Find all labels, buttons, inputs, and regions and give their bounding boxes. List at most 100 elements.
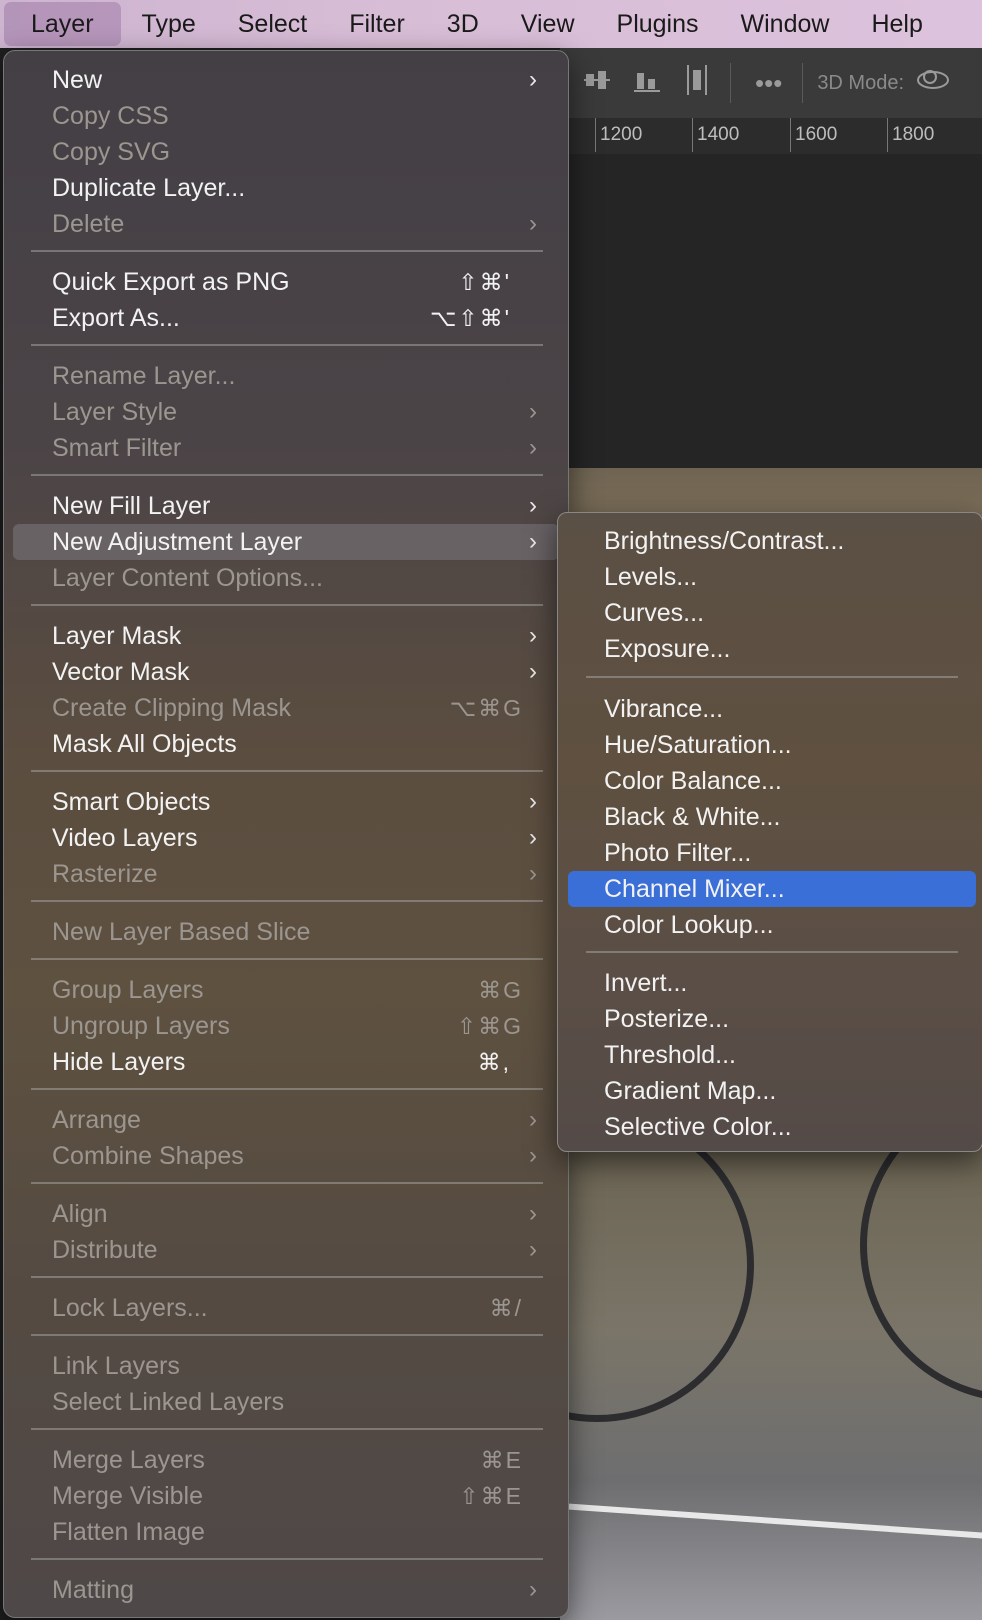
menu-item-label: Matting xyxy=(52,1575,134,1604)
menu-item-label: Link Layers xyxy=(52,1351,180,1380)
menu-filter[interactable]: Filter xyxy=(328,2,426,46)
submenu-separator xyxy=(586,951,958,953)
menu-item-arrange: Arrange › xyxy=(13,1102,559,1138)
menu-separator xyxy=(31,1558,543,1560)
submenu-item-vibrance[interactable]: Vibrance... xyxy=(568,691,976,727)
submenu-item-black-white[interactable]: Black & White... xyxy=(568,799,976,835)
chevron-right-icon: › xyxy=(529,1236,537,1263)
submenu-item-label: Threshold... xyxy=(604,1040,737,1069)
menu-item-label: New Fill Layer xyxy=(52,491,211,520)
submenu-item-exposure[interactable]: Exposure... xyxy=(568,631,976,667)
menu-separator xyxy=(31,344,543,346)
submenu-item-label: Curves... xyxy=(604,598,705,627)
submenu-item-label: Hue/Saturation... xyxy=(604,730,792,759)
ruler-label: 1800 xyxy=(892,124,935,145)
options-toolbar: ••• 3D Mode: xyxy=(560,48,982,118)
menu-item-vector-mask[interactable]: Vector Mask › xyxy=(13,654,559,690)
menu-item-merge-layers: Merge Layers ⌘E xyxy=(13,1442,559,1478)
menu-window[interactable]: Window xyxy=(720,2,851,46)
menu-item-hide-layers[interactable]: Hide Layers ⌘, xyxy=(13,1044,559,1080)
menu-item-shortcut: ⇧⌘E xyxy=(459,1482,523,1509)
align-center-icon[interactable] xyxy=(584,67,610,100)
menu-item-new-adjustment-layer[interactable]: New Adjustment Layer › xyxy=(13,524,559,560)
menu-item-shortcut: ⌥⌘G xyxy=(449,694,523,721)
menu-item-group-layers: Group Layers ⌘G xyxy=(13,972,559,1008)
chevron-right-icon: › xyxy=(529,66,537,93)
menu-plugins[interactable]: Plugins xyxy=(596,2,720,46)
menu-item-label: Rename Layer... xyxy=(52,361,236,390)
submenu-item-selective-color[interactable]: Selective Color... xyxy=(568,1109,976,1145)
menu-item-smart-objects[interactable]: Smart Objects › xyxy=(13,784,559,820)
menu-item-label: New Layer Based Slice xyxy=(52,917,311,946)
submenu-item-gradient-map[interactable]: Gradient Map... xyxy=(568,1073,976,1109)
horizontal-ruler: 1200 1400 1600 1800 xyxy=(560,118,982,155)
menu-layer[interactable]: Layer xyxy=(4,2,121,46)
more-icon[interactable]: ••• xyxy=(755,68,782,99)
submenu-item-curves[interactable]: Curves... xyxy=(568,595,976,631)
submenu-item-levels[interactable]: Levels... xyxy=(568,559,976,595)
submenu-item-label: Black & White... xyxy=(604,802,781,831)
align-bottom-icon[interactable] xyxy=(634,67,660,100)
submenu-item-threshold[interactable]: Threshold... xyxy=(568,1037,976,1073)
chevron-right-icon: › xyxy=(529,210,537,237)
chevron-right-icon: › xyxy=(529,1106,537,1133)
menu-item-distribute: Distribute › xyxy=(13,1232,559,1268)
menu-item-new-fill-layer[interactable]: New Fill Layer › xyxy=(13,488,559,524)
menu-separator xyxy=(31,770,543,772)
layer-menu-dropdown: New › Copy CSS Copy SVG Duplicate Layer.… xyxy=(3,50,569,1618)
menu-item-duplicate-layer[interactable]: Duplicate Layer... xyxy=(13,170,559,206)
toolbar-divider xyxy=(730,63,731,103)
ruler-label: 1200 xyxy=(600,124,643,145)
menu-item-label: Merge Layers xyxy=(52,1445,205,1474)
menu-item-label: Vector Mask xyxy=(52,657,190,686)
submenu-item-posterize[interactable]: Posterize... xyxy=(568,1001,976,1037)
menu-item-rename-layer: Rename Layer... xyxy=(13,358,559,394)
menu-type[interactable]: Type xyxy=(121,2,217,46)
menu-item-export-as[interactable]: Export As... ⌥⇧⌘' xyxy=(13,300,559,336)
menu-3d[interactable]: 3D xyxy=(426,2,500,46)
menu-item-quick-export-png[interactable]: Quick Export as PNG ⇧⌘' xyxy=(13,264,559,300)
menu-item-mask-all-objects[interactable]: Mask All Objects xyxy=(13,726,559,762)
submenu-item-color-balance[interactable]: Color Balance... xyxy=(568,763,976,799)
chevron-right-icon: › xyxy=(529,1576,537,1603)
distribute-icon[interactable] xyxy=(684,64,710,102)
menu-item-merge-visible: Merge Visible ⇧⌘E xyxy=(13,1478,559,1514)
submenu-item-label: Color Lookup... xyxy=(604,910,774,939)
menu-item-label: Create Clipping Mask xyxy=(52,693,291,722)
menu-item-new[interactable]: New › xyxy=(13,62,559,98)
menu-item-video-layers[interactable]: Video Layers › xyxy=(13,820,559,856)
orbit-3d-icon[interactable] xyxy=(916,66,950,101)
submenu-item-color-lookup[interactable]: Color Lookup... xyxy=(568,907,976,943)
menu-item-copy-svg: Copy SVG xyxy=(13,134,559,170)
chevron-right-icon: › xyxy=(529,492,537,519)
submenu-item-label: Invert... xyxy=(604,968,688,997)
submenu-separator xyxy=(586,676,958,678)
menu-item-flatten-image: Flatten Image xyxy=(13,1514,559,1550)
menu-item-label: Combine Shapes xyxy=(52,1141,244,1170)
submenu-item-hue-saturation[interactable]: Hue/Saturation... xyxy=(568,727,976,763)
menu-item-layer-mask[interactable]: Layer Mask › xyxy=(13,618,559,654)
menu-item-select-linked-layers: Select Linked Layers xyxy=(13,1384,559,1420)
chevron-right-icon: › xyxy=(529,434,537,461)
menu-item-label: Arrange xyxy=(52,1105,141,1134)
menu-item-align: Align › xyxy=(13,1196,559,1232)
submenu-item-label: Exposure... xyxy=(604,634,731,663)
menu-item-label: Distribute xyxy=(52,1235,158,1264)
submenu-item-label: Channel Mixer... xyxy=(604,874,785,903)
menu-view[interactable]: View xyxy=(500,2,596,46)
submenu-item-label: Vibrance... xyxy=(604,694,724,723)
submenu-item-brightness-contrast[interactable]: Brightness/Contrast... xyxy=(568,523,976,559)
menu-separator xyxy=(31,1276,543,1278)
submenu-item-invert[interactable]: Invert... xyxy=(568,965,976,1001)
menu-help[interactable]: Help xyxy=(850,2,943,46)
menu-item-layer-content-options: Layer Content Options... xyxy=(13,560,559,596)
menu-item-label: Merge Visible xyxy=(52,1481,204,1510)
submenu-item-channel-mixer[interactable]: Channel Mixer... xyxy=(568,871,976,907)
ruler-tick xyxy=(692,118,693,152)
adjustment-layer-submenu: Brightness/Contrast... Levels... Curves.… xyxy=(557,512,982,1152)
menu-select[interactable]: Select xyxy=(217,2,328,46)
menu-item-smart-filter: Smart Filter › xyxy=(13,430,559,466)
submenu-item-photo-filter[interactable]: Photo Filter... xyxy=(568,835,976,871)
3d-mode-label: 3D Mode: xyxy=(817,71,905,94)
menu-item-label: Select Linked Layers xyxy=(52,1387,285,1416)
